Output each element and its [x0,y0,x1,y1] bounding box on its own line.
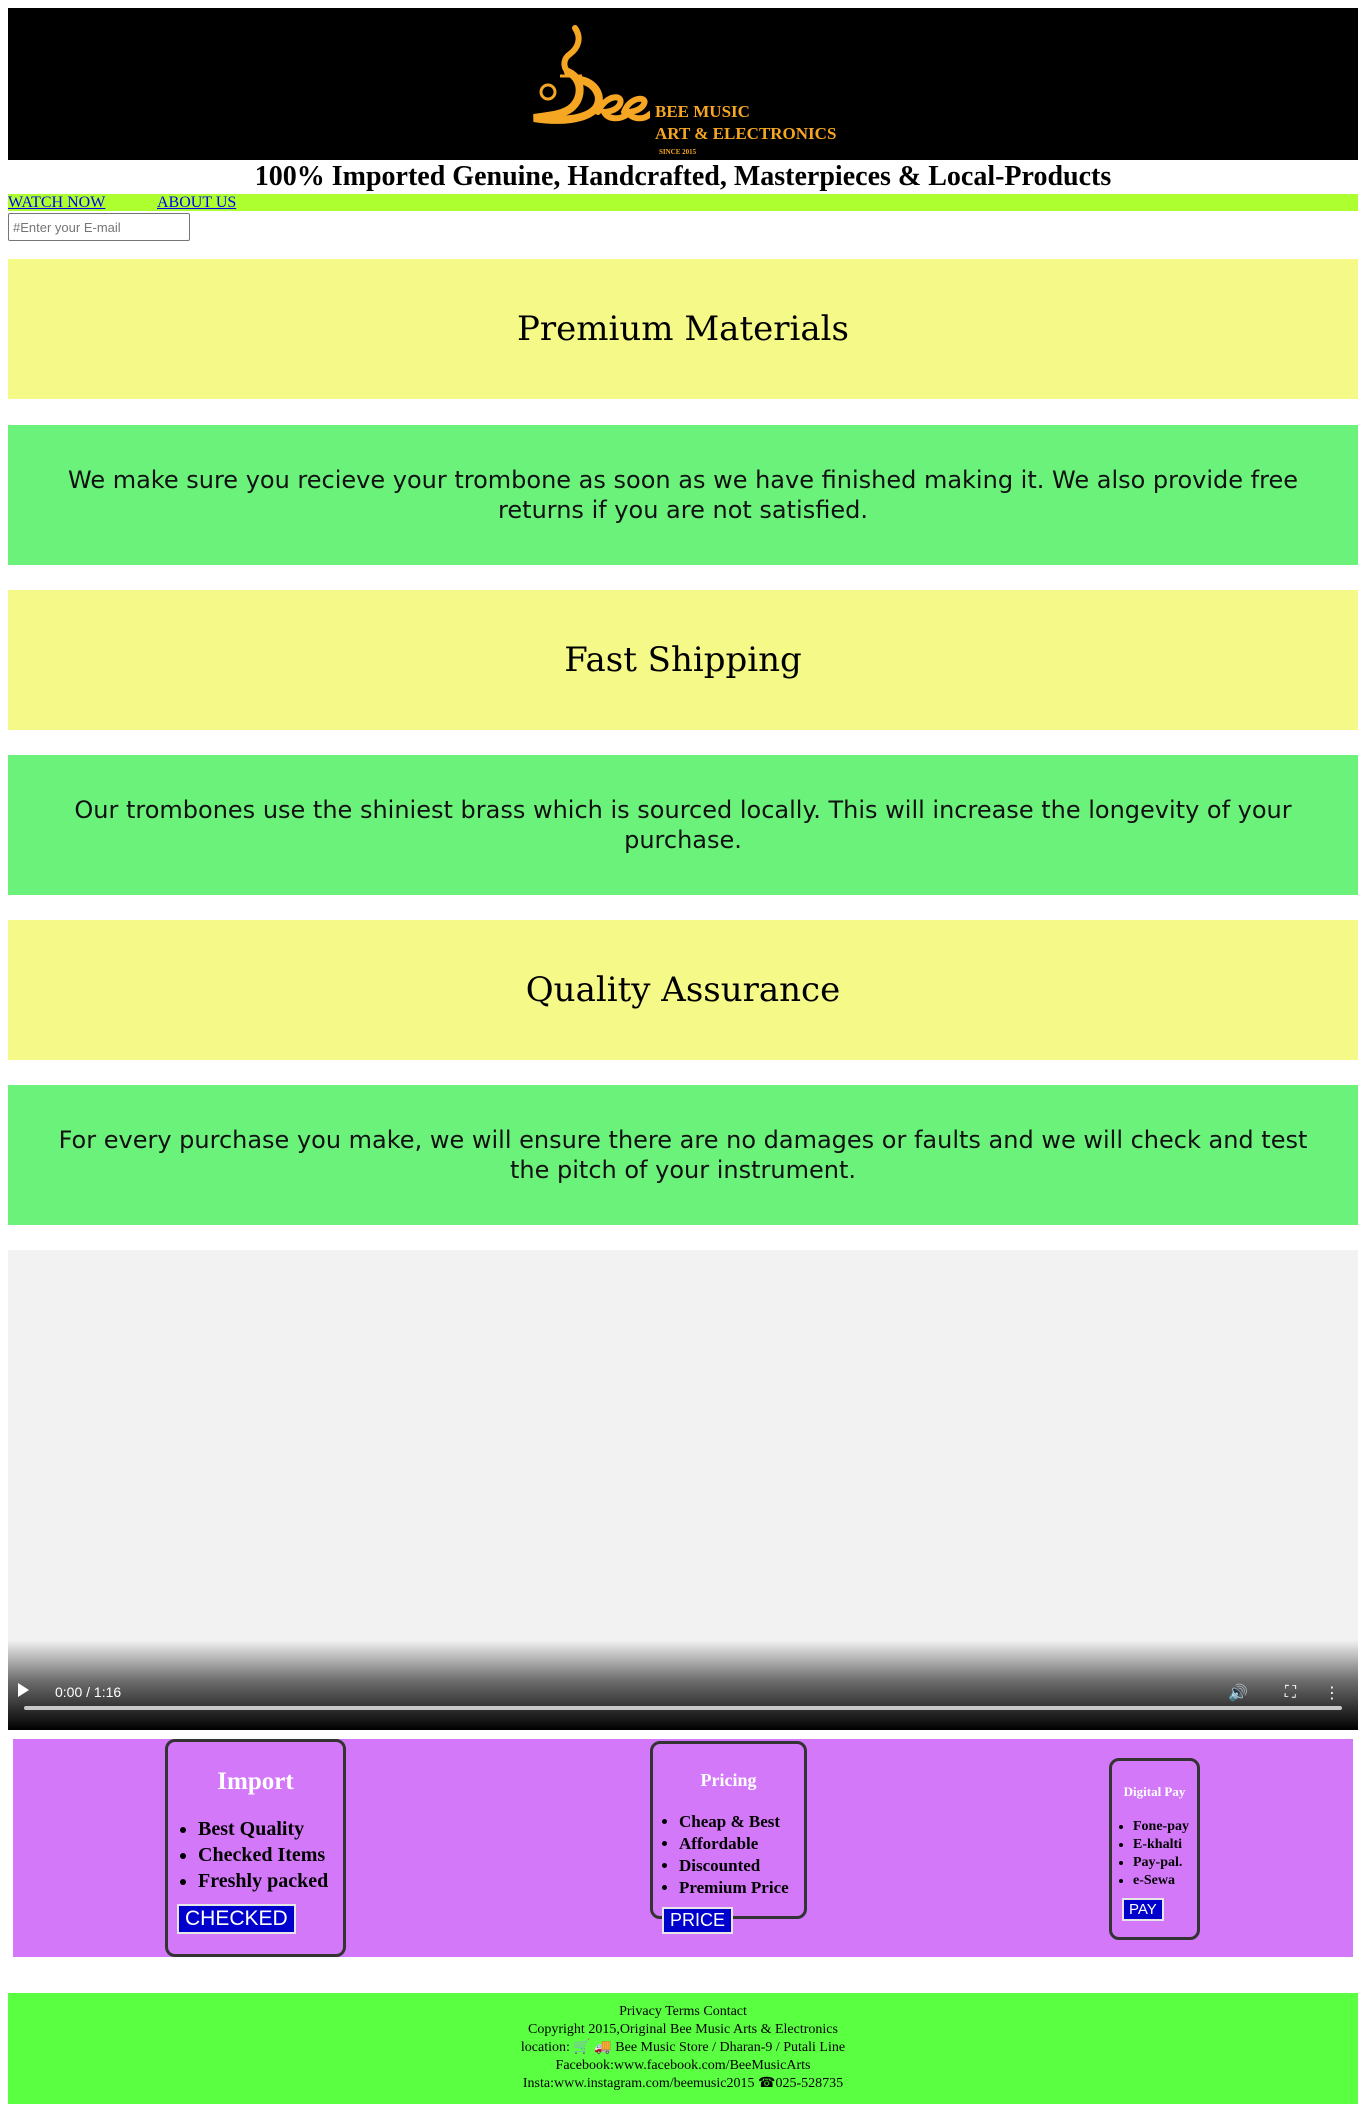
card-title: Digital Pay [1123,1784,1186,1799]
list-item: E-khalti [1133,1836,1197,1854]
footer-links[interactable]: Privacy Terms Contact [8,2003,1358,2021]
section-text-1: We make sure you recieve your trombone a… [8,425,1358,565]
list-item: Best Quality [198,1816,343,1842]
section-text: For every purchase you make, we will ens… [58,1126,1308,1184]
bee-music-logo: BEE MUSIC ART & ELECTRONICS SINCE 2015 [520,20,840,156]
section-text: Our trombones use the shiniest brass whi… [74,796,1292,854]
page-title: 100% Imported Genuine, Handcrafted, Mast… [254,161,1112,192]
volume-icon[interactable]: 🔊 [1228,1683,1248,1702]
fullscreen-icon[interactable]: ⛶ [1285,1682,1296,1702]
section-heading: Premium Materials [517,309,849,349]
pay-button[interactable]: PAY [1122,1898,1164,1921]
digital-pay-list: Fone-pay E-khalti Pay-pal. e-Sewa [1112,1818,1197,1890]
footer-facebook[interactable]: Facebook:www.facebook.com/BeeMusicArts [8,2057,1358,2075]
section-heading: Fast Shipping [564,640,802,680]
section-text: We make sure you recieve your trombone a… [68,466,1298,524]
instagram-link[interactable]: Insta:www.instagram.com/beemusic2015 [523,2076,755,2091]
video-player[interactable]: 0:00 / 1:16 🔊 ⛶ ⋮ [8,1250,1358,1730]
nav-bar: WATCH NOW ABOUT US [8,194,1358,211]
import-card: Import Best Quality Checked Items Freshl… [165,1739,346,1957]
section-heading-fast-shipping: Fast Shipping [8,590,1358,730]
section-heading: Quality Assurance [525,970,841,1010]
logo-line-3: SINCE 2015 [659,148,697,156]
footer-copyright: Copyright 2015,Original Bee Music Arts &… [528,2022,838,2037]
site-footer: Privacy Terms Contact Copyright 2015,Ori… [8,1993,1358,2104]
watch-now-link[interactable]: WATCH NOW [8,194,105,211]
logo-line-1: BEE MUSIC [655,102,750,121]
video-progress-bar[interactable] [24,1706,1342,1710]
location-text: Bee Music Store / Dharan-9 / Putali Line [615,2040,846,2055]
section-heading-premium-materials: Premium Materials [8,259,1358,399]
logo-line-2: ART & ELECTRONICS [655,124,837,143]
list-item: Pay-pal. [1133,1854,1197,1872]
list-item: Cheap & Best [679,1811,804,1833]
footer-location: location: 🛒 🚚 Bee Music Store / Dharan-9… [8,2039,1358,2057]
import-list: Best Quality Checked Items Freshly packe… [168,1816,343,1894]
card-title: Import [217,1768,294,1795]
cart-icon: 🛒 [573,2040,591,2055]
list-item: Affordable [679,1833,804,1855]
phone-icon: ☎ [757,2076,776,2091]
more-options-icon[interactable]: ⋮ [1324,1683,1340,1702]
list-item: Fone-pay [1133,1818,1197,1836]
price-button[interactable]: PRICE [662,1907,734,1934]
list-item: Freshly packed [198,1868,343,1894]
checked-button[interactable]: CHECKED [177,1904,296,1934]
card-title: Pricing [700,1770,757,1790]
section-heading-quality-assurance: Quality Assurance [8,920,1358,1060]
list-item: e-Sewa [1133,1872,1197,1890]
phone-number: 025-528735 [775,2076,844,2091]
footer-contact: Insta:www.instagram.com/beemusic2015 ☎02… [8,2075,1358,2093]
features-panel: Import Best Quality Checked Items Freshl… [13,1739,1353,1957]
pricing-card: Pricing Cheap & Best Affordable Discount… [650,1741,807,1934]
section-text-3: For every purchase you make, we will ens… [8,1085,1358,1225]
video-controls: 0:00 / 1:16 🔊 ⛶ ⋮ [8,1640,1358,1730]
bee-logo-icon [533,25,653,124]
section-text-2: Our trombones use the shiniest brass whi… [8,755,1358,895]
about-us-link[interactable]: ABOUT US [157,194,236,211]
list-item: Checked Items [198,1842,343,1868]
list-item: Discounted [679,1855,804,1877]
pricing-list: Cheap & Best Affordable Discounted Premi… [653,1811,804,1899]
email-field[interactable] [8,213,190,241]
play-icon[interactable] [18,1683,29,1697]
digital-pay-card: Digital Pay Fone-pay E-khalti Pay-pal. e… [1109,1758,1200,1940]
site-header: BEE MUSIC ART & ELECTRONICS SINCE 2015 [8,8,1358,160]
video-time: 0:00 / 1:16 [55,1684,122,1700]
location-label: location: [520,2040,570,2055]
list-item: Premium Price [679,1877,804,1899]
truck-icon: 🚚 [594,2040,612,2055]
